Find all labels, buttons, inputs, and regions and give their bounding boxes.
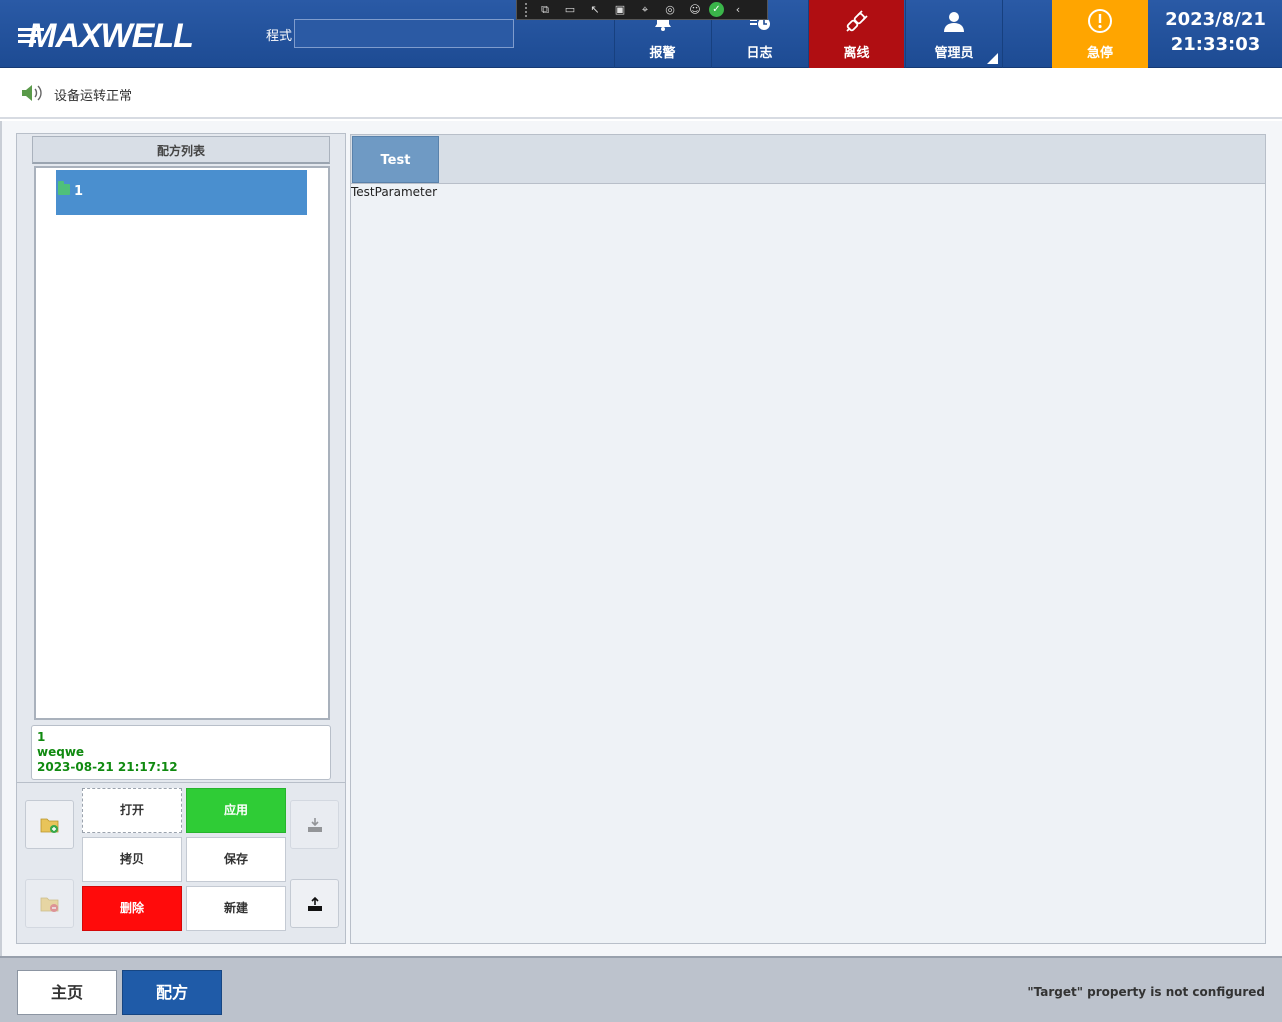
warning-circle-icon (1088, 9, 1112, 33)
delete-folder-icon (40, 897, 58, 912)
new-button[interactable]: 新建 (186, 886, 286, 931)
import-tray-icon (307, 817, 322, 832)
delete-button[interactable]: 删除 (82, 886, 182, 931)
binding-failures-icon[interactable]: ◎ (659, 1, 681, 19)
apply-button[interactable]: 应用 (186, 788, 286, 833)
recipe-list-header: 配方列表 (32, 136, 330, 164)
offline-button[interactable]: 离线 (808, 0, 904, 68)
export-tray-icon (307, 896, 322, 911)
emergency-stop-button[interactable]: 急停 (1052, 0, 1148, 68)
import-button[interactable] (290, 800, 339, 849)
svg-text:MAXWELL: MAXWELL (28, 17, 193, 54)
recipe-editor-panel: Test TestParameter (350, 134, 1266, 944)
speaker-icon (22, 85, 42, 101)
unplugged-icon (845, 10, 868, 32)
export-button[interactable] (290, 879, 339, 928)
offline-label: 离线 (843, 46, 870, 61)
accessibility-icon[interactable]: ☺ (684, 1, 706, 19)
debug-toolbar: ⧉ ▭ ↖ ▣ ⌖ ◎ ☺ ✓ ‹ (516, 0, 768, 20)
delete-folder-button[interactable] (25, 879, 74, 928)
list-item-label: 1 (74, 184, 84, 199)
emergency-stop-label: 急停 (1086, 46, 1113, 61)
new-folder-icon (40, 818, 58, 833)
recipe-info-description: weqwe (37, 745, 85, 759)
tab-test[interactable]: Test (352, 136, 439, 183)
folder-icon (58, 181, 70, 195)
select-element-icon[interactable]: ↖ (584, 1, 606, 19)
collapse-icon[interactable]: ‹ (727, 1, 749, 19)
tab-strip: Test (351, 135, 1265, 184)
clock: 2023/8/21 21:33:03 (1149, 0, 1282, 68)
open-button[interactable]: 打开 (82, 788, 182, 833)
log-label: 日志 (746, 46, 773, 61)
home-nav-button[interactable]: 主页 (17, 970, 117, 1015)
program-label: 程式 (266, 29, 293, 44)
target-warning: "Target" property is not configured (1027, 985, 1265, 999)
recipe-info: 1 weqwe 2023-08-21 21:17:12 (31, 725, 331, 780)
recipe-info-timestamp: 2023-08-21 21:17:12 (37, 760, 178, 774)
live-visual-tree-icon[interactable]: ⧉ (534, 1, 556, 19)
list-item[interactable]: 1 (56, 170, 307, 215)
parameter-label: TestParameter (351, 185, 438, 199)
user-icon (944, 12, 964, 32)
divider (17, 782, 345, 783)
recipe-list[interactable]: 1 (34, 166, 330, 720)
new-folder-button[interactable] (25, 800, 74, 849)
clock-date: 2023/8/21 (1165, 9, 1266, 30)
drag-grip-icon[interactable] (525, 2, 529, 17)
maxwell-logo: MAXWELL (18, 17, 194, 54)
program-input[interactable] (294, 19, 514, 48)
save-button[interactable]: 保存 (186, 837, 286, 882)
bottom-nav: 主页 配方 "Target" property is not configure… (0, 956, 1282, 1022)
recipe-info-name: 1 (37, 730, 46, 744)
recipe-list-panel: 配方列表 1 1 weqwe 2023-08-21 21:17:12 打开 应用… (16, 133, 346, 944)
track-focus-icon[interactable]: ⌖ (634, 1, 656, 19)
display-layout-adorners-icon[interactable]: ▣ (609, 1, 631, 19)
record-icon[interactable]: ▭ (559, 1, 581, 19)
alarm-label: 报警 (649, 46, 676, 61)
status-bar: 设备运转正常 (0, 69, 1282, 119)
status-message: 设备运转正常 (54, 89, 133, 104)
copy-button[interactable]: 拷贝 (82, 837, 182, 882)
recipe-nav-button[interactable]: 配方 (122, 970, 222, 1015)
dropdown-corner-icon (987, 53, 998, 64)
clock-time: 21:33:03 (1170, 34, 1261, 55)
check-icon[interactable]: ✓ (709, 2, 724, 17)
admin-button[interactable]: 管理员 (905, 0, 1003, 68)
